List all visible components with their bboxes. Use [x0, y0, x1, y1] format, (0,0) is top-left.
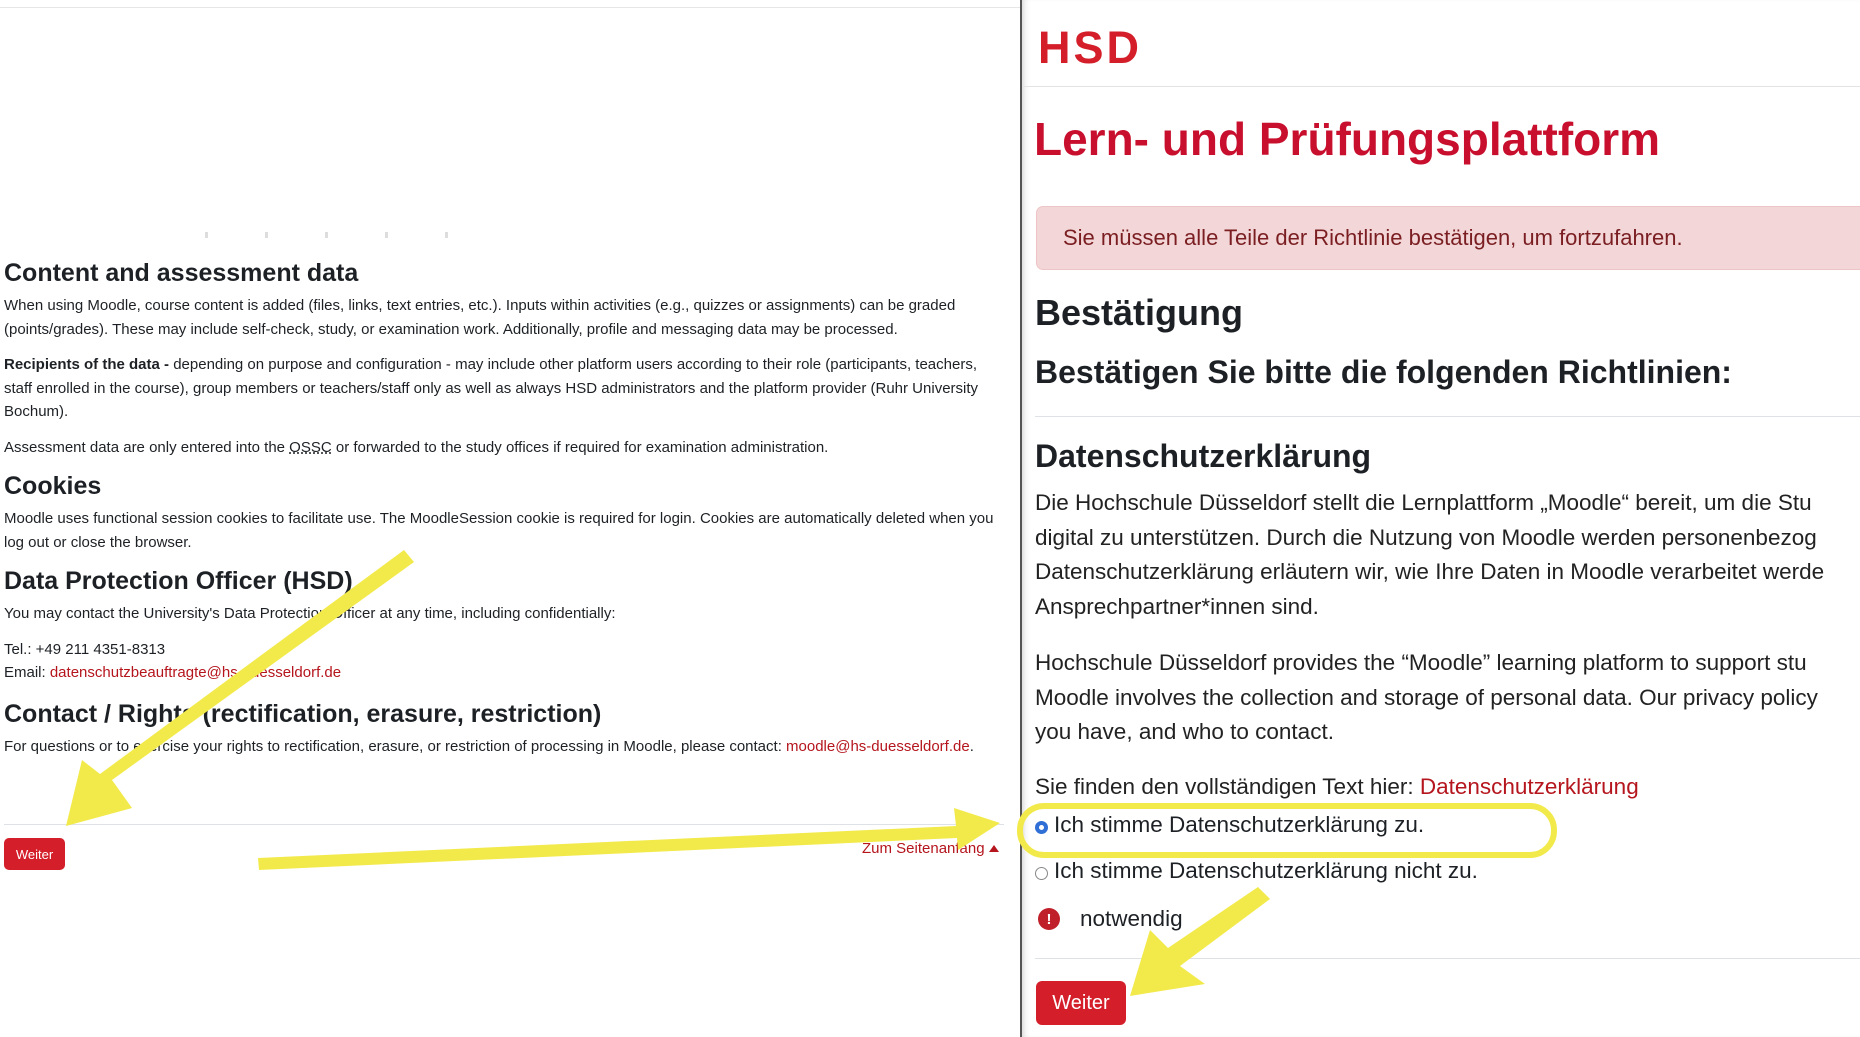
policy-german-line: Datenschutzerklärung erläutern wir, wie … — [1035, 559, 1825, 584]
fulltext-label: Sie finden den vollständigen Text hier: — [1035, 774, 1420, 799]
disagree-option[interactable]: Ich stimme Datenschutzerklärung nicht zu… — [1035, 858, 1478, 884]
paragraph-contact: For questions or to exercise your rights… — [4, 735, 1004, 759]
heading-dpo: Data Protection Officer (HSD) — [4, 567, 353, 595]
required-label: notwendig — [1080, 906, 1183, 931]
paragraph-dpo: You may contact the University's Data Pr… — [4, 605, 616, 622]
confirmation-heading: Bestätigung — [1035, 292, 1244, 333]
page-title: Lern- und Prüfungsplattform — [1034, 113, 1661, 165]
confirmation-subheading: Bestätigen Sie bitte die folgenden Richt… — [1035, 354, 1732, 390]
policy-summary-english: Hochschule Düsseldorf provides the “Mood… — [1035, 646, 1818, 750]
heading-cookies: Cookies — [4, 472, 102, 500]
ossc-abbreviation[interactable]: OSSC — [289, 439, 332, 456]
policy-german-line: Ansprechpartner*innen sind. — [1035, 593, 1319, 619]
contact-text: For questions or to exercise your rights… — [4, 737, 787, 755]
heading-contact-rights: Contact / Rights (rectification, erasure… — [4, 699, 602, 728]
disagree-radio[interactable] — [1035, 866, 1048, 880]
top-divider — [0, 7, 1020, 8]
policy-english-line: you have, and who to contact. — [1035, 719, 1334, 744]
hsd-logo: HSD — [1038, 22, 1143, 73]
cropped-text-remnant — [205, 232, 485, 238]
agree-radio[interactable] — [1035, 820, 1048, 834]
footer-divider — [4, 824, 1004, 825]
paragraph-recipients: Recipients of the data - depending on pu… — [4, 353, 1004, 424]
exclamation-icon: ! — [1038, 908, 1060, 930]
section-divider — [1035, 416, 1860, 417]
policy-german-line: digital zu unterstützen. Durch die Nutzu… — [1035, 524, 1817, 550]
error-alert: Sie müssen alle Teile der Richtlinie bes… — [1036, 206, 1860, 270]
paragraph-assessment: Assessment data are only entered into th… — [4, 436, 1004, 460]
footer-divider-right — [1035, 958, 1860, 959]
back-to-top-link[interactable]: Zum Seitenanfang — [862, 840, 999, 857]
recipients-label: Recipients of the data - — [4, 356, 170, 373]
moodle-email-link[interactable]: moodle@hs-duesseldorf.de — [786, 738, 970, 755]
policy-summary-german: Die Hochschule Düsseldorf stellt die Ler… — [1035, 486, 1824, 624]
contact-end: . — [969, 737, 974, 755]
dpo-tel: Tel.: +49 211 4351-8313 — [4, 640, 166, 658]
assessment-text-pre: Assessment data are only entered into th… — [4, 438, 290, 456]
dpo-contact: Tel.: +49 211 4351-8313 Email: datenschut… — [4, 638, 1004, 685]
agree-label[interactable]: Ich stimme Datenschutzerklärung zu. — [1054, 812, 1424, 838]
left-panel: Content and assessment data When using M… — [0, 0, 1020, 1037]
paragraph-content-assessment: When using Moodle, course content is add… — [4, 297, 956, 338]
policy-english-line: Moodle involves the collection and stora… — [1035, 684, 1818, 710]
dpo-email-link[interactable]: datenschutzbeauftragte@hs-duesseldorf.de — [50, 664, 341, 681]
header-divider — [1022, 86, 1860, 87]
policy-german-line: Die Hochschule Düsseldorf stellt die Ler… — [1035, 490, 1812, 515]
policy-english-line: Hochschule Düsseldorf provides the “Mood… — [1035, 650, 1807, 675]
dpo-email-label: Email: — [4, 664, 50, 681]
fulltext-line: Sie finden den vollständigen Text hier: … — [1035, 770, 1639, 805]
required-indicator: ! notwendig — [1038, 906, 1183, 932]
paragraph-cookies: Moodle uses functional session cookies t… — [4, 510, 994, 551]
heading-content-assessment: Content and assessment data — [4, 259, 359, 287]
caret-up-icon — [988, 845, 999, 852]
agree-option[interactable]: Ich stimme Datenschutzerklärung zu. — [1035, 812, 1424, 838]
right-panel: HSD Lern- und Prüfungsplattform Sie müss… — [1022, 0, 1860, 1037]
back-to-top-label: Zum Seitenanfang — [862, 840, 985, 857]
policy-content: Content and assessment data When using M… — [4, 252, 1004, 770]
disagree-label[interactable]: Ich stimme Datenschutzerklärung nicht zu… — [1054, 858, 1478, 884]
fulltext-link[interactable]: Datenschutzerklärung — [1420, 774, 1639, 799]
policy-heading: Datenschutzerklärung — [1035, 438, 1372, 474]
continue-button-left[interactable]: Weiter — [4, 838, 65, 870]
continue-button-right[interactable]: Weiter — [1036, 981, 1126, 1025]
assessment-text-post: or forwarded to the study offices if req… — [331, 438, 829, 456]
